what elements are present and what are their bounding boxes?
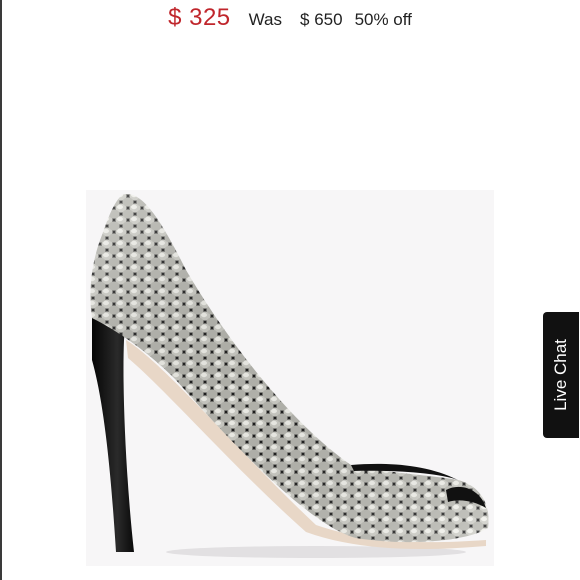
price-bar: $ 325 Was $ 650 50% off (0, 4, 580, 40)
high-heel-pump-icon (90, 194, 489, 558)
was-label: Was (248, 10, 283, 29)
live-chat-label: Live Chat (551, 339, 571, 411)
discount-label: 50% off (354, 10, 412, 29)
product-image[interactable] (86, 190, 494, 566)
original-price: $ 650 (300, 10, 343, 29)
sale-price: $ 325 (168, 4, 231, 31)
left-edge-border (0, 0, 2, 580)
live-chat-button[interactable]: Live Chat (543, 312, 579, 438)
